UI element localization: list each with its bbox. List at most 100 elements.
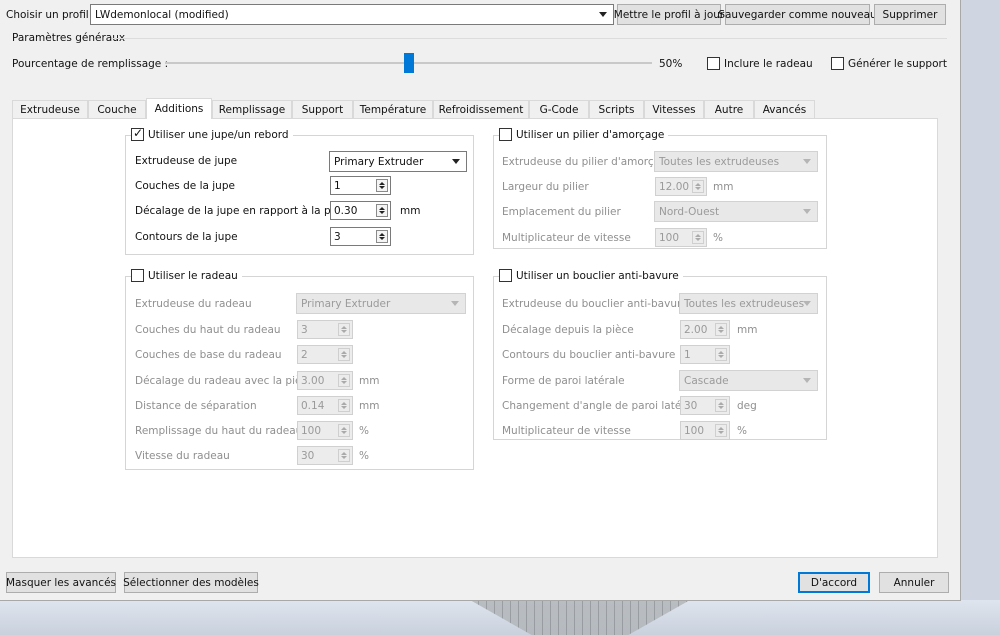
generate-support-label: Générer le support — [848, 58, 947, 70]
spin-arrows-icon[interactable] — [692, 180, 704, 193]
skirt-layers-spinbox[interactable]: 1 — [330, 176, 391, 195]
tab-extrudeuse[interactable]: Extrudeuse — [12, 100, 88, 119]
raft-offset-spinbox[interactable]: 3.00 — [297, 371, 353, 390]
spin-arrows-icon[interactable] — [715, 424, 727, 437]
update-profile-button[interactable]: Mettre le profil à jour — [614, 4, 724, 25]
raft-top-infill-spinbox[interactable]: 100 — [297, 421, 353, 440]
tab-vitesses[interactable]: Vitesses — [644, 100, 704, 119]
raft-top-layers-spinbox[interactable]: 3 — [297, 320, 353, 339]
profile-select-value: LWdemonlocal (modified) — [95, 8, 229, 21]
tab-remplissage[interactable]: Remplissage — [212, 100, 292, 119]
skirt-offset-spinbox[interactable]: 0.30 — [330, 201, 391, 220]
hide-advanced-button[interactable]: Masquer les avancés — [6, 572, 116, 593]
spin-arrows-icon[interactable] — [715, 399, 727, 412]
prime-extruder-value: Toutes les extrudeuses — [659, 155, 780, 168]
skirt-offset-label: Décalage de la jupe en rapport à la pièc… — [135, 205, 353, 217]
skirt-group-title: Utiliser une jupe/un rebord — [131, 126, 293, 141]
spin-arrows-icon[interactable] — [692, 231, 704, 244]
delete-profile-button[interactable]: Supprimer — [874, 4, 946, 25]
skirt-extruder-select[interactable]: Primary Extruder — [329, 151, 467, 172]
process-settings-dialog: Choisir un profil : LWdemonlocal (modifi… — [0, 0, 961, 601]
prime-width-spinbox[interactable]: 12.00 — [655, 177, 707, 196]
ooze-angle-unit: deg — [737, 400, 757, 412]
raft-top-infill-value: 100 — [301, 424, 322, 437]
chevron-down-icon — [803, 301, 811, 306]
spin-arrows-icon[interactable] — [715, 348, 727, 361]
raft-speed-spinbox[interactable]: 30 — [297, 446, 353, 465]
ooze-extruder-label: Extrudeuse du bouclier anti-bavure — [502, 298, 688, 310]
ooze-shape-value: Cascade — [684, 374, 729, 387]
ooze-offset-spinbox[interactable]: 2.00 — [680, 320, 730, 339]
raft-base-layers-value: 2 — [301, 348, 308, 361]
raft-speed-unit: % — [359, 450, 369, 462]
spin-arrows-icon[interactable] — [338, 348, 350, 361]
prime-speed-unit: % — [713, 232, 723, 244]
infill-slider-handle[interactable] — [403, 53, 414, 73]
use-prime-pillar-label: Utiliser un pilier d'amorçage — [516, 128, 665, 141]
ok-button[interactable]: D'accord — [798, 572, 870, 593]
spin-arrows-icon[interactable] — [338, 424, 350, 437]
prime-location-select[interactable]: Nord-Ouest — [654, 201, 818, 222]
spin-arrows-icon[interactable] — [376, 204, 388, 217]
raft-group-title: Utiliser le radeau — [131, 269, 242, 282]
chevron-down-icon — [803, 209, 811, 214]
spin-arrows-icon[interactable] — [376, 179, 388, 192]
ooze-outlines-spinbox[interactable]: 1 — [680, 345, 730, 364]
generate-support-checkbox[interactable] — [831, 57, 844, 70]
use-skirt-checkbox[interactable] — [131, 126, 144, 141]
raft-top-infill-label: Remplissage du haut du radeau — [135, 425, 303, 437]
ooze-angle-spinbox[interactable]: 30 — [680, 396, 730, 415]
prime-width-label: Largeur du pilier — [502, 181, 589, 193]
spin-arrows-icon[interactable] — [338, 399, 350, 412]
chevron-down-icon — [803, 378, 811, 383]
use-ooze-shield-checkbox[interactable] — [499, 269, 512, 282]
ooze-extruder-select[interactable]: Toutes les extrudeuses — [679, 293, 818, 314]
tab-couche[interactable]: Couche — [88, 100, 146, 119]
tab-gcode[interactable]: G-Code — [529, 100, 589, 119]
ooze-speed-label: Multiplicateur de vitesse — [502, 425, 631, 437]
chevron-down-icon — [599, 12, 607, 17]
prime-pillar-group-title: Utiliser un pilier d'amorçage — [499, 128, 669, 141]
tab-refroidissement[interactable]: Refroidissement — [433, 100, 529, 119]
tab-temperature[interactable]: Température — [353, 100, 433, 119]
use-prime-pillar-checkbox[interactable] — [499, 128, 512, 141]
spin-arrows-icon[interactable] — [376, 230, 388, 243]
tab-support[interactable]: Support — [292, 100, 353, 119]
spin-arrows-icon[interactable] — [338, 323, 350, 336]
profile-select[interactable]: LWdemonlocal (modified) — [90, 4, 614, 25]
use-ooze-shield-label: Utiliser un bouclier anti-bavure — [516, 269, 679, 282]
prime-location-label: Emplacement du pilier — [502, 206, 621, 218]
cancel-button[interactable]: Annuler — [879, 572, 949, 593]
prime-speed-spinbox[interactable]: 100 — [655, 228, 707, 247]
additions-tab-panel: Utiliser une jupe/un rebord Extrudeuse d… — [12, 118, 938, 558]
raft-base-layers-spinbox[interactable]: 2 — [297, 345, 353, 364]
skirt-offset-unit: mm — [400, 205, 421, 217]
tab-avances[interactable]: Avancés — [754, 100, 815, 119]
raft-extruder-select[interactable]: Primary Extruder — [296, 293, 466, 314]
tab-autre[interactable]: Autre — [704, 100, 754, 119]
spin-arrows-icon[interactable] — [338, 449, 350, 462]
ooze-extruder-value: Toutes les extrudeuses — [684, 297, 805, 310]
prime-extruder-label: Extrudeuse du pilier d'amorçage — [502, 156, 674, 168]
general-settings-divider — [112, 38, 947, 39]
include-raft-checkbox[interactable] — [707, 57, 720, 70]
save-as-new-button[interactable]: Sauvegarder comme nouveau — [718, 4, 877, 25]
raft-separation-spinbox[interactable]: 0.14 — [297, 396, 353, 415]
skirt-outlines-spinbox[interactable]: 3 — [330, 227, 391, 246]
spin-arrows-icon[interactable] — [715, 323, 727, 336]
raft-top-layers-value: 3 — [301, 323, 308, 336]
spin-arrows-icon[interactable] — [338, 374, 350, 387]
skirt-layers-value: 1 — [334, 179, 341, 192]
include-raft-label: Inclure le radeau — [724, 58, 813, 70]
prime-location-value: Nord-Ouest — [659, 205, 720, 218]
ooze-speed-unit: % — [737, 425, 747, 437]
ooze-shape-select[interactable]: Cascade — [679, 370, 818, 391]
tab-scripts[interactable]: Scripts — [589, 100, 644, 119]
use-raft-checkbox[interactable] — [131, 269, 144, 282]
skirt-outlines-label: Contours de la jupe — [135, 231, 238, 243]
prime-extruder-select[interactable]: Toutes les extrudeuses — [654, 151, 818, 172]
tab-additions[interactable]: Additions — [146, 98, 212, 119]
ooze-speed-spinbox[interactable]: 100 — [680, 421, 730, 440]
select-models-button[interactable]: Sélectionner des modèles — [123, 572, 259, 593]
raft-base-layers-label: Couches de base du radeau — [135, 349, 282, 361]
